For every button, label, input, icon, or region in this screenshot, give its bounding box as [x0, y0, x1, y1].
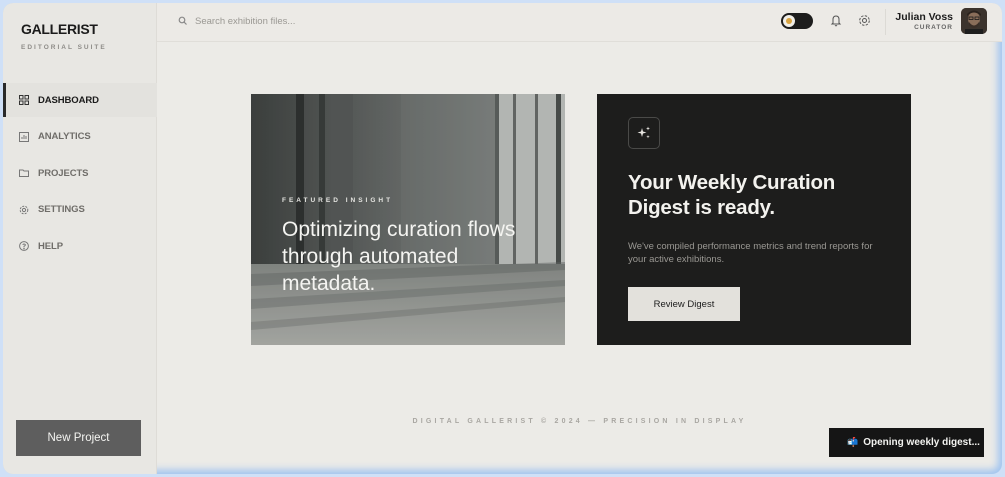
sidebar-item-dashboard[interactable]: DASHBOARD [3, 83, 157, 117]
sidebar-item-label: ANALYTICS [38, 131, 91, 143]
review-digest-button[interactable]: Review Digest [628, 287, 740, 321]
avatar[interactable] [961, 8, 987, 34]
chart-icon [19, 131, 29, 142]
mailbox-icon: 📬 [847, 437, 859, 447]
user-role: CURATOR [914, 24, 953, 31]
featured-insight-card[interactable]: FEATURED INSIGHT Optimizing curation flo… [251, 94, 565, 345]
sidebar-item-analytics[interactable]: ANALYTICS [3, 120, 157, 154]
toast-text: Opening weekly digest... [863, 437, 980, 448]
brand-subtitle: EDITORIAL SUITE [21, 44, 107, 51]
sidebar-nav: DASHBOARD ANALYTICS PROJECTS SETTINGS HE… [3, 83, 157, 266]
toast-notification: 📬 Opening weekly digest... [829, 428, 984, 457]
settings-gear-icon[interactable] [858, 14, 871, 27]
help-icon [19, 241, 29, 252]
sidebar-item-label: DASHBOARD [38, 94, 99, 106]
bell-icon[interactable] [830, 14, 842, 27]
footer-text: DIGITAL GALLERIST © 2024 — PRECISION IN … [412, 418, 747, 425]
gear-icon [19, 205, 29, 215]
sidebar-item-label: PROJECTS [38, 167, 89, 179]
digest-card: Your Weekly Curation Digest is ready. We… [597, 94, 911, 345]
app-window: GALLERIST EDITORIAL SUITE DASHBOARD ANAL… [3, 3, 1002, 474]
sidebar-item-projects[interactable]: PROJECTS [3, 156, 157, 190]
sidebar-item-label: HELP [38, 240, 63, 252]
search-icon [178, 16, 187, 25]
brand: GALLERIST EDITORIAL SUITE [21, 21, 107, 51]
sidebar-item-label: SETTINGS [38, 204, 85, 216]
digest-title: Your Weekly Curation Digest is ready. [628, 171, 836, 219]
new-project-button[interactable]: New Project [16, 420, 141, 456]
sun-icon [783, 15, 795, 27]
sidebar-item-settings[interactable]: SETTINGS [3, 193, 157, 227]
topbar: Julian Voss CURATOR [157, 3, 1002, 42]
featured-title: Optimizing curation flows through automa… [282, 218, 516, 295]
search-input[interactable] [195, 12, 495, 30]
featured-eyebrow: FEATURED INSIGHT [282, 197, 394, 204]
user-name: Julian Voss [895, 11, 953, 23]
theme-toggle[interactable] [781, 13, 813, 29]
sidebar: GALLERIST EDITORIAL SUITE DASHBOARD ANAL… [3, 3, 157, 474]
digest-body: We've compiled performance metrics and t… [628, 241, 873, 265]
grid-icon [19, 95, 29, 105]
sidebar-item-help[interactable]: HELP [3, 229, 157, 263]
folder-icon [19, 169, 29, 178]
brand-title: GALLERIST [21, 21, 98, 37]
sparkle-icon [628, 117, 660, 149]
topbar-divider [885, 9, 886, 35]
